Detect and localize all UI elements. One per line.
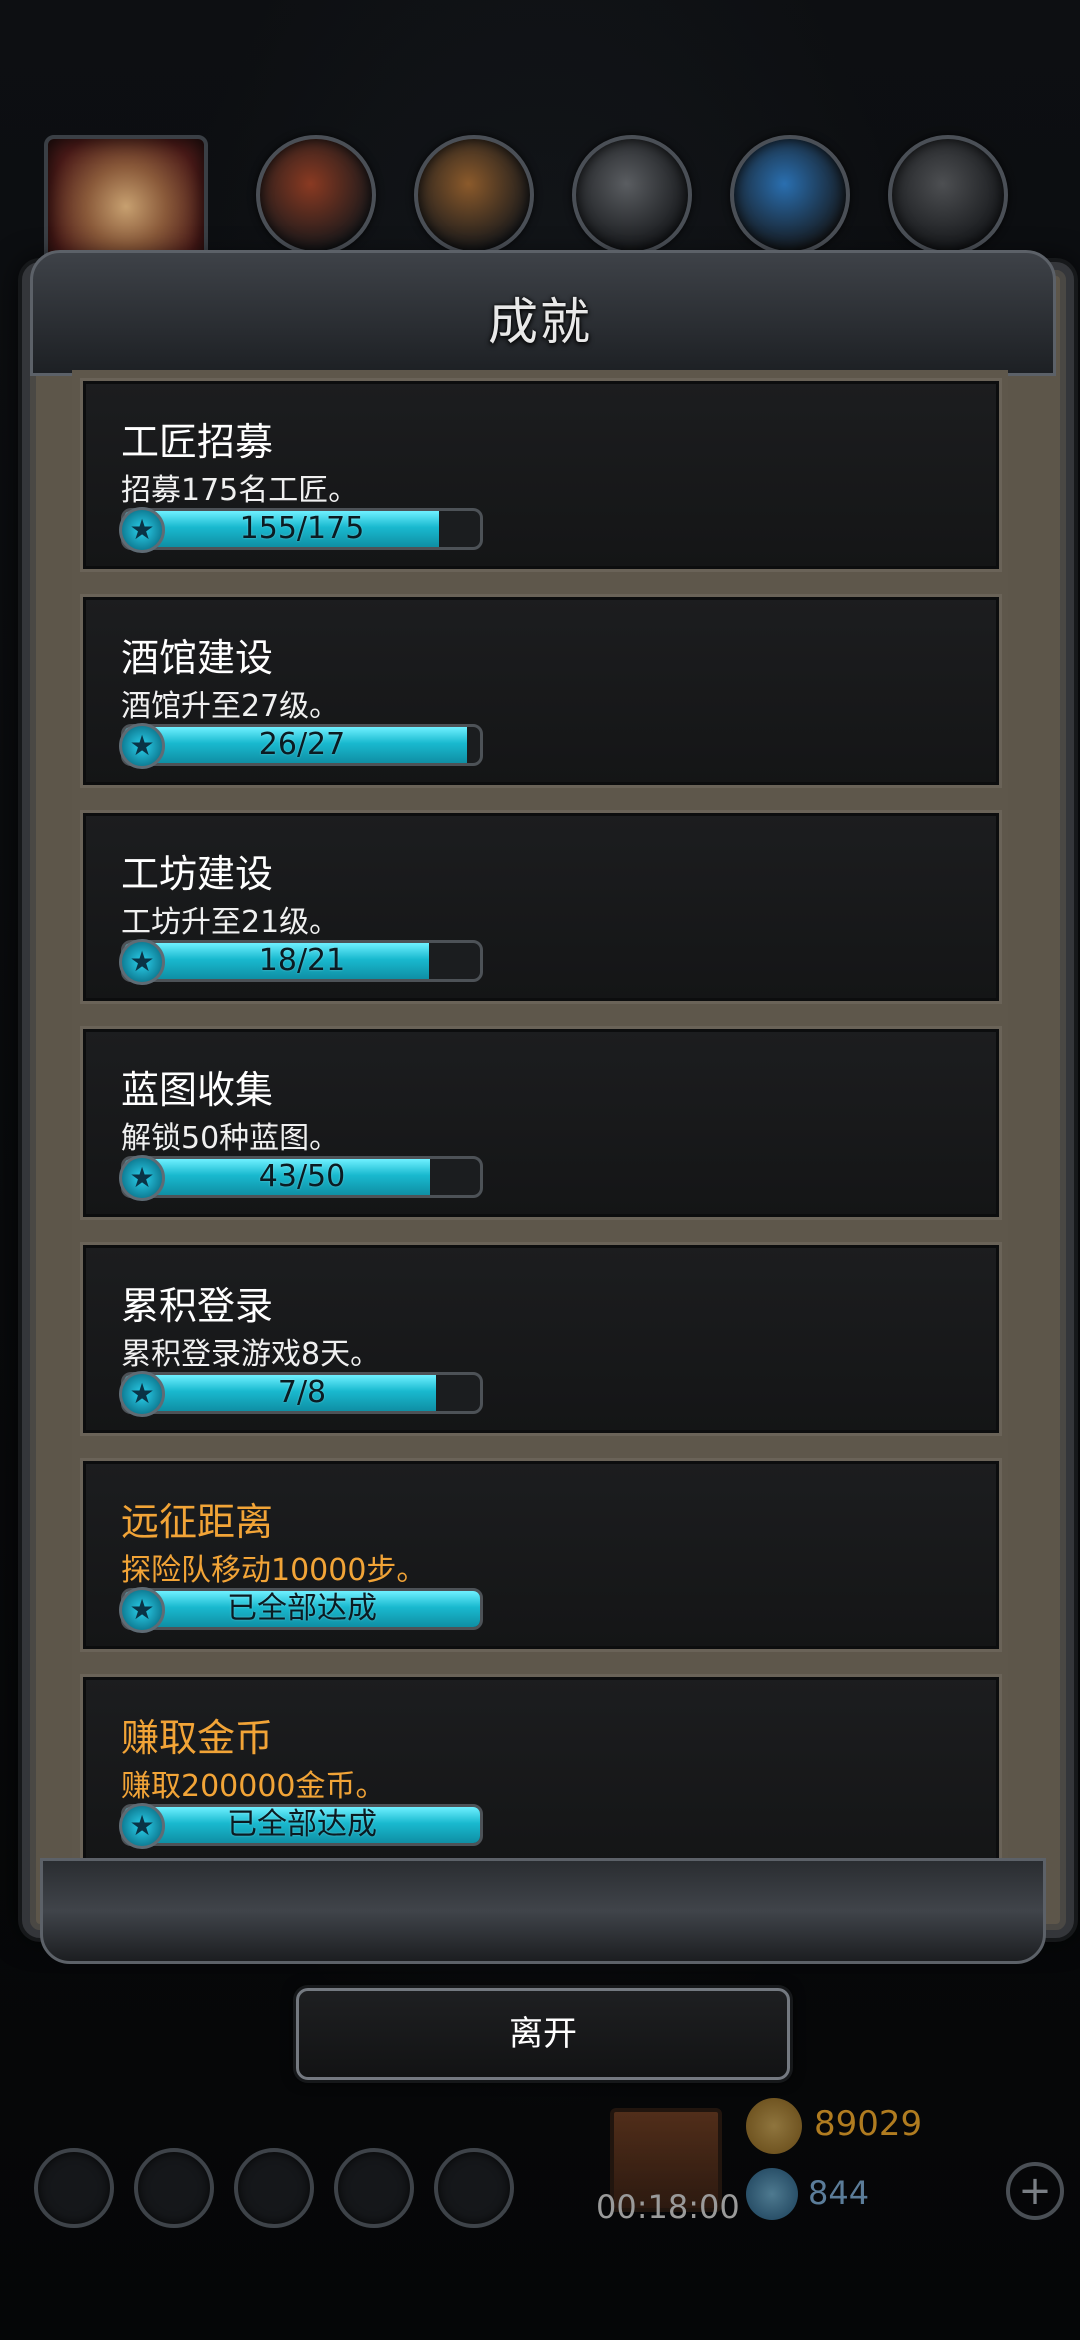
- progress-bar: 已全部达成: [121, 1804, 483, 1846]
- achievement-card[interactable]: 蓝图收集解锁50种蓝图。 43/50 ★: [80, 1026, 1002, 1220]
- progress-bar: 已全部达成: [121, 1588, 483, 1630]
- achievement-card[interactable]: 工匠招募招募175名工匠。 155/175 ★: [80, 378, 1002, 572]
- achievement-title: 累积登录: [121, 1284, 274, 1328]
- progress-text: 已全部达成: [227, 1591, 377, 1626]
- achievement-title: 工匠招募: [121, 420, 274, 464]
- book-icon[interactable]: [234, 2148, 314, 2228]
- progress-text: 7/8: [277, 1375, 327, 1410]
- dialog-footer-ornament: [40, 1858, 1046, 1964]
- crystal-icon: [730, 135, 850, 255]
- resource-item[interactable]: 8: [256, 135, 376, 291]
- achievement-description: 招募175名工匠。: [121, 473, 359, 508]
- gold-count: 89029: [814, 2104, 923, 2144]
- progress-text: 18/21: [258, 943, 346, 978]
- achievement-title: 工坊建设: [121, 852, 274, 896]
- star-icon: ★: [119, 939, 165, 985]
- add-icon[interactable]: +: [1006, 2162, 1064, 2220]
- gold-coin-icon: [746, 2098, 802, 2154]
- progress-bar: 155/175: [121, 508, 483, 550]
- resource-item[interactable]: 4623: [730, 135, 850, 291]
- progress-bar: 18/21: [121, 940, 483, 982]
- handshake-icon[interactable]: [434, 2148, 514, 2228]
- achievement-card[interactable]: 工坊建设工坊升至21级。 18/21 ★: [80, 810, 1002, 1004]
- progress-text: 已全部达成: [227, 1807, 377, 1842]
- achievement-description: 探险队移动10000步。: [121, 1553, 427, 1588]
- achievement-description: 累积登录游戏8天。: [121, 1337, 381, 1372]
- gift-timer: 00:18:00: [596, 2188, 740, 2226]
- achievement-title: 酒馆建设: [121, 636, 274, 680]
- achievement-title: 赚取金币: [121, 1716, 274, 1760]
- resource-item[interactable]: 1611: [888, 135, 1008, 291]
- meat-icon: [256, 135, 376, 255]
- medal-icon[interactable]: [134, 2148, 214, 2228]
- gem-icon: [746, 2168, 798, 2220]
- achievement-card[interactable]: 远征距离探险队移动10000步。 已全部达成 ★: [80, 1458, 1002, 1652]
- dialog-title: 成就: [488, 293, 592, 351]
- star-icon: ★: [119, 1803, 165, 1849]
- settings-icon[interactable]: [34, 2148, 114, 2228]
- progress-text: 155/175: [239, 511, 365, 546]
- achievement-description: 赚取200000金币。: [121, 1769, 386, 1804]
- leave-button[interactable]: 离开: [296, 1988, 790, 2080]
- progress-bar: 26/27: [121, 724, 483, 766]
- stone-icon: [888, 135, 1008, 255]
- resource-item[interactable]: 3911: [572, 135, 692, 291]
- achievement-description: 工坊升至21级。: [121, 905, 340, 940]
- achievement-description: 解锁50种蓝图。: [121, 1121, 340, 1156]
- achievement-card[interactable]: 赚取金币赚取200000金币。 已全部达成 ★: [80, 1674, 1002, 1868]
- iron-icon: [572, 135, 692, 255]
- resource-item[interactable]: 18299: [414, 135, 534, 291]
- achievement-title: 蓝图收集: [121, 1068, 274, 1112]
- star-icon: ★: [119, 1155, 165, 1201]
- progress-bar: 7/8: [121, 1372, 483, 1414]
- star-icon: ★: [119, 723, 165, 769]
- progress-text: 43/50: [258, 1159, 346, 1194]
- achievement-description: 酒馆升至27级。: [121, 689, 340, 724]
- achievement-card[interactable]: 酒馆建设酒馆升至27级。 26/27 ★: [80, 594, 1002, 788]
- progress-bar: 43/50: [121, 1156, 483, 1198]
- achievement-title: 远征距离: [121, 1500, 274, 1544]
- gem-count: 844: [808, 2174, 870, 2212]
- achievement-card[interactable]: 累积登录累积登录游戏8天。 7/8 ★: [80, 1242, 1002, 1436]
- star-icon: ★: [119, 1371, 165, 1417]
- wood-icon: [414, 135, 534, 255]
- progress-text: 26/27: [258, 727, 346, 762]
- star-icon: ★: [119, 507, 165, 553]
- star-icon: ★: [119, 1587, 165, 1633]
- mail-icon[interactable]: [334, 2148, 414, 2228]
